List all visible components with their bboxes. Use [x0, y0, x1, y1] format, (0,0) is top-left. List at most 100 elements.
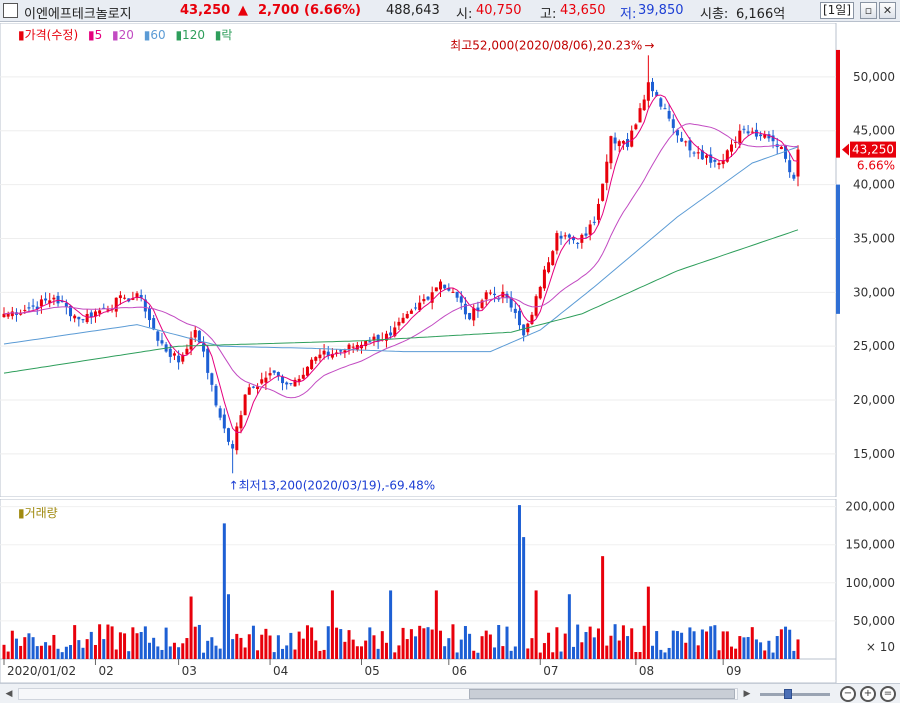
zoom-reset-icon[interactable]: = [880, 686, 896, 702]
volume-bar [497, 625, 501, 659]
restore-button[interactable]: ▫ [860, 2, 877, 19]
annotation-high: 최고52,000(2020/08/06),20.23% [450, 38, 642, 52]
current-price: 43,250 [180, 3, 231, 18]
volume-bar [347, 630, 351, 659]
candle-body [688, 140, 692, 151]
candle-body [305, 366, 309, 376]
candle-body [634, 124, 638, 130]
volume-bar [85, 639, 89, 659]
volume-bar [713, 625, 717, 659]
volume-bar [39, 645, 43, 659]
candle-body [247, 387, 251, 395]
volume-bar [139, 631, 143, 659]
x-tick-label: 07 [543, 664, 558, 678]
volume-bar [305, 625, 309, 659]
candle-body [206, 348, 210, 373]
zoom-out-icon[interactable]: − [840, 686, 856, 702]
close-button[interactable]: ✕ [879, 2, 896, 19]
candle-body [368, 341, 372, 343]
x-tick-label: 03 [182, 664, 197, 678]
volume-bar [721, 631, 725, 659]
legend-ma60[interactable]: ▮60 [144, 28, 166, 42]
candle-body [750, 131, 754, 133]
volume-bar [513, 646, 517, 659]
legend-ma5[interactable]: ▮5 [88, 28, 102, 42]
candle-body [85, 313, 89, 323]
price-chart[interactable]: 50,000 45,000 40,000 35,000 30,000 25,000 20,0… [0, 22, 900, 498]
candle-body [638, 108, 642, 123]
candle-body [667, 110, 671, 119]
candle-body [788, 160, 792, 173]
volume-bar [189, 596, 193, 659]
volume-chart[interactable]: 200,000 150,000 100,000 50,000 × 10 [0, 498, 900, 660]
volume-bar [393, 652, 397, 659]
candle-body [202, 343, 206, 352]
volume-bar [14, 638, 18, 659]
volume-bar [729, 646, 733, 659]
volume-bar [110, 626, 114, 659]
window-icon[interactable] [3, 3, 18, 18]
candle-body [746, 131, 750, 134]
candle-body [401, 317, 405, 323]
candle-body [522, 324, 526, 336]
scroll-thumb[interactable] [469, 689, 735, 699]
volume-bar [567, 594, 571, 659]
volume-panel[interactable]: 200,000 150,000 100,000 50,000 × 10 ▮거래량 [0, 498, 900, 660]
volume-bar [626, 636, 630, 659]
scroll-track[interactable] [18, 688, 738, 700]
chart-scrollbar[interactable]: ◀ ▶ − + = [0, 683, 900, 703]
legend-price[interactable]: ▮가격(수정) [18, 28, 78, 42]
price-range-bar-down [836, 184, 840, 314]
volume-bar [584, 632, 588, 659]
candle-body [567, 234, 571, 238]
volume-bar [734, 648, 738, 659]
scroll-left-icon[interactable]: ◀ [2, 687, 16, 701]
change-arrow-icon: ▲ [238, 3, 248, 18]
legend-ma20[interactable]: ▮20 [112, 28, 134, 42]
x-tick-label: 09 [726, 664, 741, 678]
y-tick-label: 25,000 [853, 339, 895, 353]
volume-bar [422, 628, 426, 659]
candle-body [621, 140, 625, 144]
volume-bar [360, 646, 364, 659]
scroll-right-icon[interactable]: ▶ [740, 687, 754, 701]
zoom-in-icon[interactable]: + [860, 686, 876, 702]
zoom-knob[interactable] [784, 689, 792, 699]
volume-bar [651, 645, 655, 659]
price-panel[interactable]: 50,000 45,000 40,000 35,000 30,000 25,000 20,0… [0, 22, 900, 498]
candle-body [52, 297, 56, 300]
legend-ma120[interactable]: ▮120 [175, 28, 205, 42]
candle-body [193, 330, 197, 338]
high-label: 고: [540, 7, 557, 22]
candle-body [493, 293, 497, 296]
volume-bar [750, 627, 754, 659]
price-range-bar-up [836, 49, 840, 158]
candle-body [177, 355, 181, 363]
volume-bar [705, 631, 709, 659]
volume-bar [530, 638, 534, 659]
candle-body [31, 305, 35, 307]
candle-body [630, 130, 634, 147]
candle-body [713, 159, 717, 162]
legend-other[interactable]: ▮락 [215, 28, 233, 42]
candle-body [226, 428, 230, 442]
x-tick-label: 2020/01/02 [7, 664, 76, 678]
candle-body [459, 296, 463, 303]
candle-body [27, 307, 31, 309]
volume-bar [235, 633, 239, 659]
volume-bar [418, 625, 422, 659]
volume-bar [2, 644, 6, 659]
volume-bar [160, 649, 164, 659]
candle-body [609, 136, 613, 164]
volume-legend[interactable]: ▮거래량 [18, 504, 58, 521]
candle-body [268, 373, 272, 376]
volume-unit-label: × 10 [866, 640, 895, 654]
candle-body [239, 415, 243, 429]
period-button[interactable]: [1일] [820, 2, 854, 19]
zoom-slider[interactable] [760, 689, 830, 699]
volume-bar [168, 646, 172, 659]
volume-bar [260, 634, 264, 659]
candle-body [742, 128, 746, 130]
volume-bar [197, 624, 201, 659]
volume-bar [98, 624, 102, 659]
